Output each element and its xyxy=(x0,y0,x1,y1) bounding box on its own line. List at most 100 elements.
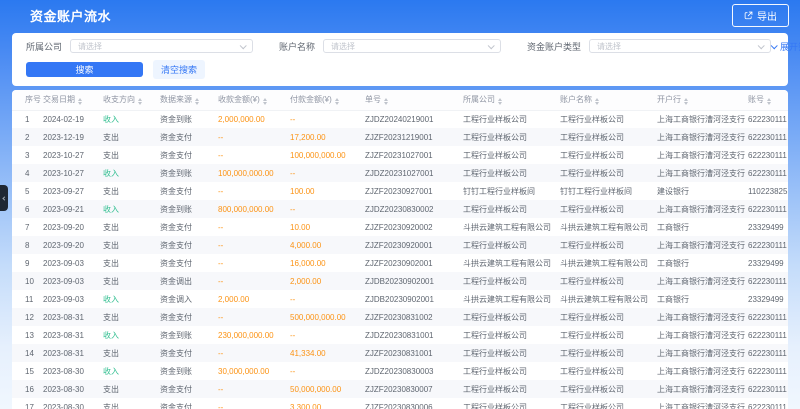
cell-bank: 上海工商银行漕河泾支行 xyxy=(657,344,748,362)
expand-filters-label: 展开筛选 xyxy=(780,40,800,53)
column-header-direction[interactable]: 收支方向 xyxy=(103,90,160,110)
cell-direction: 收入 xyxy=(103,164,160,182)
sort-carets-icon[interactable] xyxy=(767,98,771,105)
table-row: 122023-08-31支出资金支付--500,000,000.00ZJZF20… xyxy=(12,308,788,326)
cell-account: 工程行业样板公司 xyxy=(560,344,657,362)
sort-carets-icon[interactable] xyxy=(195,98,199,105)
cell-receive: -- xyxy=(218,272,290,290)
cell-company: 工程行业样板公司 xyxy=(463,110,560,128)
cell-direction: 支出 xyxy=(103,308,160,326)
clear-search-button[interactable]: 清空搜索 xyxy=(153,60,205,79)
cell-pay: 10.00 xyxy=(290,218,365,236)
cell-account_no: 23329499 xyxy=(748,254,788,272)
cell-receive: 30,000,000.00 xyxy=(218,362,290,380)
column-label: 所属公司 xyxy=(463,95,495,104)
table-row: 32023-10-27支出资金支付--100,000,000.00ZJZF202… xyxy=(12,146,788,164)
column-label: 付款金额(¥) xyxy=(290,95,332,104)
column-header-order_no[interactable]: 单号 xyxy=(365,90,463,110)
column-header-account[interactable]: 账户名称 xyxy=(560,90,657,110)
cell-account: 工程行业样板公司 xyxy=(560,362,657,380)
sort-carets-icon[interactable] xyxy=(263,98,267,105)
cell-company: 工程行业样板公司 xyxy=(463,128,560,146)
sort-carets-icon[interactable] xyxy=(384,98,388,105)
cell-date: 2023-08-31 xyxy=(43,308,103,326)
search-button[interactable]: 搜索 xyxy=(26,62,143,77)
table-row: 132023-08-31收入资金到账230,000,000.00--ZJDZ20… xyxy=(12,326,788,344)
column-header-company[interactable]: 所属公司 xyxy=(463,90,560,110)
export-label: 导出 xyxy=(757,8,777,23)
cell-company: 工程行业样板公司 xyxy=(463,236,560,254)
cell-company: 工程行业样板公司 xyxy=(463,344,560,362)
cell-bank: 上海工商银行漕河泾支行 xyxy=(657,236,748,254)
column-label: 账户名称 xyxy=(560,95,592,104)
sort-carets-icon[interactable] xyxy=(335,98,339,105)
cell-source: 资金支付 xyxy=(160,344,218,362)
cell-pay: -- xyxy=(290,326,365,344)
cell-account: 工程行业样板公司 xyxy=(560,128,657,146)
filter-account-type: 资金账户类型 请选择 xyxy=(527,39,771,53)
cell-company: 工程行业样板公司 xyxy=(463,326,560,344)
account-type-select[interactable]: 请选择 xyxy=(589,39,771,53)
cell-date: 2023-09-03 xyxy=(43,254,103,272)
expand-filters-link[interactable]: 展开筛选 xyxy=(771,40,800,53)
cell-bank: 上海工商银行漕河泾支行 xyxy=(657,110,748,128)
cell-account_no: 622230111 xyxy=(748,146,788,164)
column-header-account_no[interactable]: 账号 xyxy=(748,90,788,110)
cell-account: 工程行业样板公司 xyxy=(560,164,657,182)
cell-pay: 100.00 xyxy=(290,182,365,200)
table-row: 82023-09-20支出资金支付--4,000.00ZJZF202309200… xyxy=(12,236,788,254)
sort-carets-icon[interactable] xyxy=(138,98,142,105)
cell-source: 资金到账 xyxy=(160,362,218,380)
cell-order_no: ZJZF20231027001 xyxy=(365,146,463,164)
cell-account_no: 23329499 xyxy=(748,218,788,236)
cell-receive: 230,000,000.00 xyxy=(218,326,290,344)
cell-receive: -- xyxy=(218,380,290,398)
column-label: 开户行 xyxy=(657,95,681,104)
cell-source: 资金支付 xyxy=(160,254,218,272)
account-name-select[interactable]: 请选择 xyxy=(323,39,501,53)
column-header-pay[interactable]: 付款金额(¥) xyxy=(290,90,365,110)
cell-index: 1 xyxy=(12,110,43,128)
sort-carets-icon[interactable] xyxy=(498,98,502,105)
table-row: 72023-09-20支出资金支付--10.00ZJZF20230920002斗… xyxy=(12,218,788,236)
column-header-date[interactable]: 交易日期 xyxy=(43,90,103,110)
cell-receive: -- xyxy=(218,398,290,409)
column-header-receive[interactable]: 收款金额(¥) xyxy=(218,90,290,110)
table-row: 142023-08-31支出资金支付--41,334.00ZJZF2023083… xyxy=(12,344,788,362)
cell-pay: 2,000.00 xyxy=(290,272,365,290)
column-header-source[interactable]: 数据来源 xyxy=(160,90,218,110)
company-select-placeholder: 请选择 xyxy=(78,41,102,52)
filter-panel: 所属公司 请选择 账户名称 请选择 资金账户类型 请选择 展开筛选 搜索 xyxy=(12,33,788,86)
cell-direction: 收入 xyxy=(103,362,160,380)
sort-carets-icon[interactable] xyxy=(595,98,599,105)
cell-account: 工程行业样板公司 xyxy=(560,326,657,344)
cell-direction: 支出 xyxy=(103,146,160,164)
cell-index: 7 xyxy=(12,218,43,236)
table-row: 102023-09-03支出资金调出--2,000.00ZJDB20230902… xyxy=(12,272,788,290)
cell-account_no: 622230111 xyxy=(748,308,788,326)
cell-receive: -- xyxy=(218,308,290,326)
cell-bank: 上海工商银行漕河泾支行 xyxy=(657,326,748,344)
cell-receive: -- xyxy=(218,254,290,272)
cell-direction: 收入 xyxy=(103,326,160,344)
cell-order_no: ZJZF20230920001 xyxy=(365,236,463,254)
cell-account_no: 622230111 xyxy=(748,362,788,380)
sort-carets-icon[interactable] xyxy=(78,98,82,105)
cell-receive: 800,000,000.00 xyxy=(218,200,290,218)
account-type-filter-label: 资金账户类型 xyxy=(527,40,581,53)
drawer-toggle[interactable] xyxy=(0,185,8,211)
sort-carets-icon[interactable] xyxy=(684,98,688,105)
column-header-bank[interactable]: 开户行 xyxy=(657,90,748,110)
table-row: 92023-09-03支出资金支付--16,000.00ZJZF20230902… xyxy=(12,254,788,272)
export-button[interactable]: 导出 xyxy=(732,4,789,27)
cell-pay: 500,000,000.00 xyxy=(290,308,365,326)
cell-pay: -- xyxy=(290,362,365,380)
cell-account: 斗拱云建筑工程有限公司 xyxy=(560,218,657,236)
cell-index: 4 xyxy=(12,164,43,182)
cell-account: 工程行业样板公司 xyxy=(560,236,657,254)
company-select[interactable]: 请选择 xyxy=(70,39,253,53)
cell-bank: 上海工商银行漕河泾支行 xyxy=(657,164,748,182)
cell-bank: 上海工商银行漕河泾支行 xyxy=(657,308,748,326)
cell-source: 资金到账 xyxy=(160,326,218,344)
chevron-down-icon xyxy=(771,42,778,49)
